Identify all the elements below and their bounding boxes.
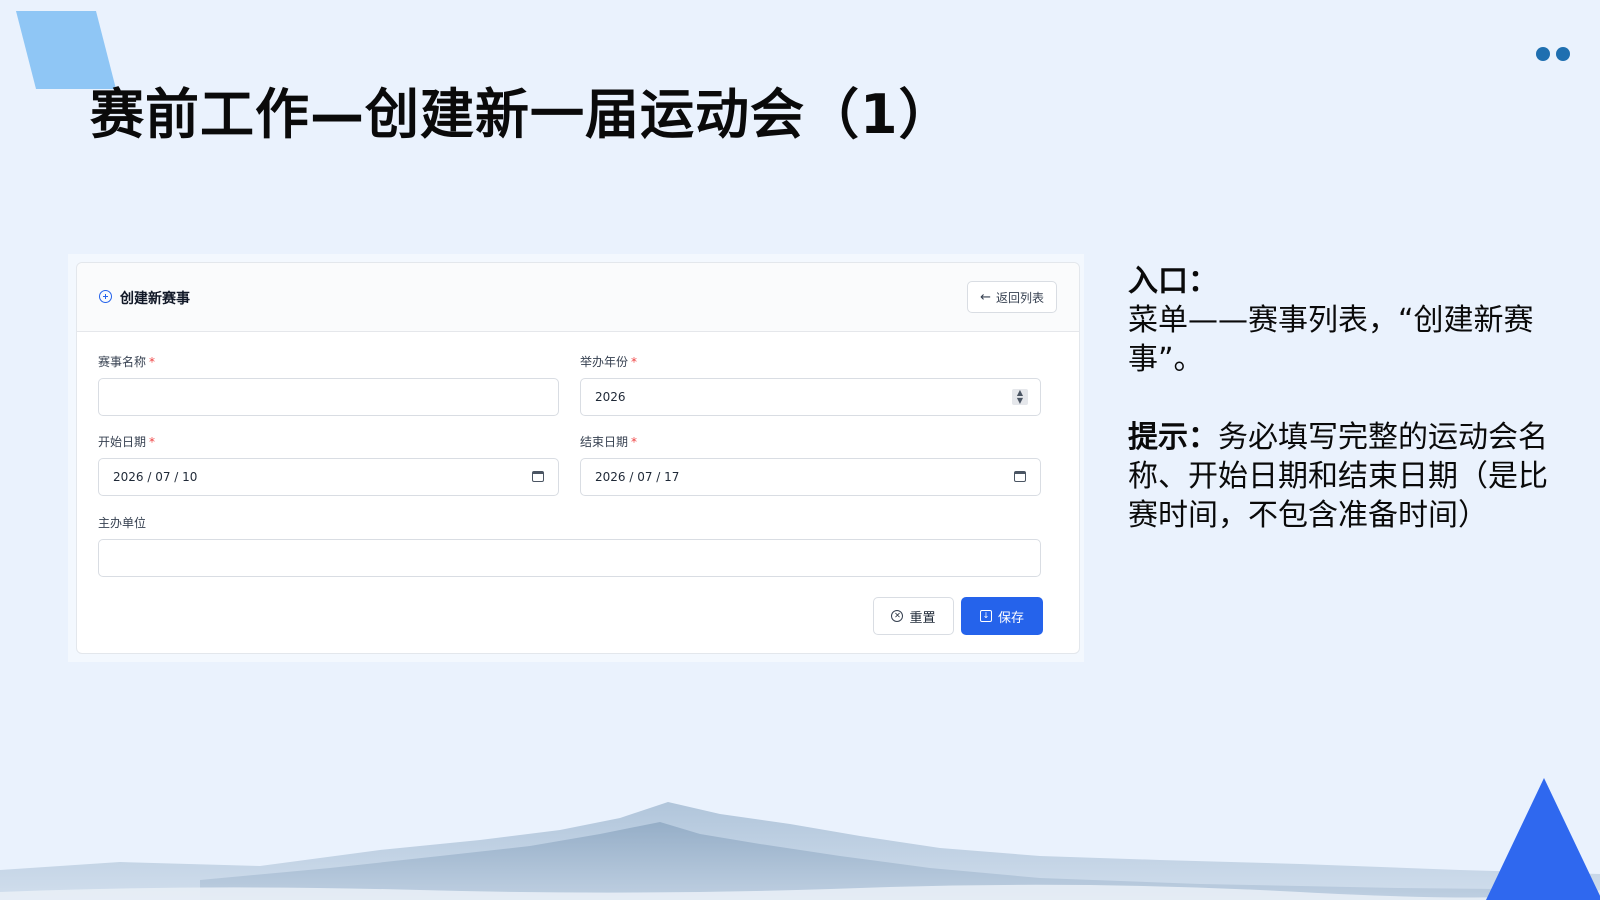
create-event-form: 创建新赛事 ← 返回列表 赛事名称 * 举办年份 * 2026 ▲ ▼ 开始日期 * 2… <box>76 262 1080 654</box>
entry-heading: 入口： <box>1128 264 1218 299</box>
required-mark: * <box>149 355 156 369</box>
start-date-value: 2026 / 07 / 10 <box>113 470 198 484</box>
calendar-icon[interactable] <box>532 471 544 482</box>
start-date-input[interactable]: 2026 / 07 / 10 <box>98 458 559 496</box>
form-header: 创建新赛事 ← 返回列表 <box>77 263 1079 332</box>
required-mark: * <box>631 435 638 449</box>
end-date-value: 2026 / 07 / 17 <box>595 470 680 484</box>
host-unit-label-text: 主办单位 <box>98 516 147 530</box>
save-button[interactable]: ↓ 保存 <box>961 597 1043 635</box>
tip-note: 提示：务必填写完整的运动会名称、开始日期和结束日期（是比赛时间，不包含准备时间） <box>1128 418 1568 535</box>
event-year-input[interactable]: 2026 ▲ ▼ <box>580 378 1041 416</box>
reset-label: 重置 <box>909 610 936 626</box>
entry-note: 入口： 菜单——赛事列表，“创建新赛事”。 <box>1128 262 1568 379</box>
start-date-label-text: 开始日期 <box>98 435 147 449</box>
event-year-label: 举办年份 * <box>580 353 637 370</box>
form-title: 创建新赛事 <box>120 291 190 307</box>
end-date-input[interactable]: 2026 / 07 / 17 <box>580 458 1041 496</box>
arrow-left-icon: ← <box>980 289 991 305</box>
event-name-label-text: 赛事名称 <box>98 355 147 369</box>
event-name-label: 赛事名称 * <box>98 353 155 370</box>
mountain-landscape-image <box>0 802 1600 900</box>
event-name-input[interactable] <box>98 378 559 416</box>
notes-gap <box>1128 379 1568 418</box>
entry-text: 菜单——赛事列表，“创建新赛事”。 <box>1128 303 1534 377</box>
end-date-label-text: 结束日期 <box>580 435 629 449</box>
start-date-label: 开始日期 * <box>98 433 155 450</box>
back-to-list-button[interactable]: ← 返回列表 <box>967 281 1057 313</box>
required-mark: * <box>149 435 156 449</box>
back-to-list-label: 返回列表 <box>995 290 1044 305</box>
decorative-triangle <box>1486 778 1600 900</box>
circle-x-icon: ✕ <box>891 610 904 622</box>
event-year-value: 2026 <box>595 390 626 404</box>
required-mark: * <box>631 355 638 369</box>
form-panel-backdrop: 创建新赛事 ← 返回列表 赛事名称 * 举办年份 * 2026 ▲ ▼ 开始日期 * 2… <box>68 254 1084 662</box>
save-icon: ↓ <box>979 610 992 622</box>
reset-button[interactable]: ✕ 重置 <box>873 597 954 635</box>
instruction-notes: 入口： 菜单——赛事列表，“创建新赛事”。 提示：务必填写完整的运动会名称、开始日… <box>1128 262 1568 535</box>
plus-circle-icon <box>99 290 112 303</box>
host-unit-label: 主办单位 <box>98 514 146 531</box>
event-year-label-text: 举办年份 <box>580 355 629 369</box>
number-spinner-icon[interactable]: ▲ ▼ <box>1012 389 1028 405</box>
tip-heading: 提示： <box>1128 420 1218 455</box>
slide-title: 赛前工作—创建新一届运动会（1） <box>90 83 954 146</box>
calendar-icon[interactable] <box>1014 471 1026 482</box>
end-date-label: 结束日期 * <box>580 433 637 450</box>
host-unit-input[interactable] <box>98 539 1041 577</box>
save-label: 保存 <box>997 610 1024 626</box>
decorative-dots <box>1536 47 1570 61</box>
